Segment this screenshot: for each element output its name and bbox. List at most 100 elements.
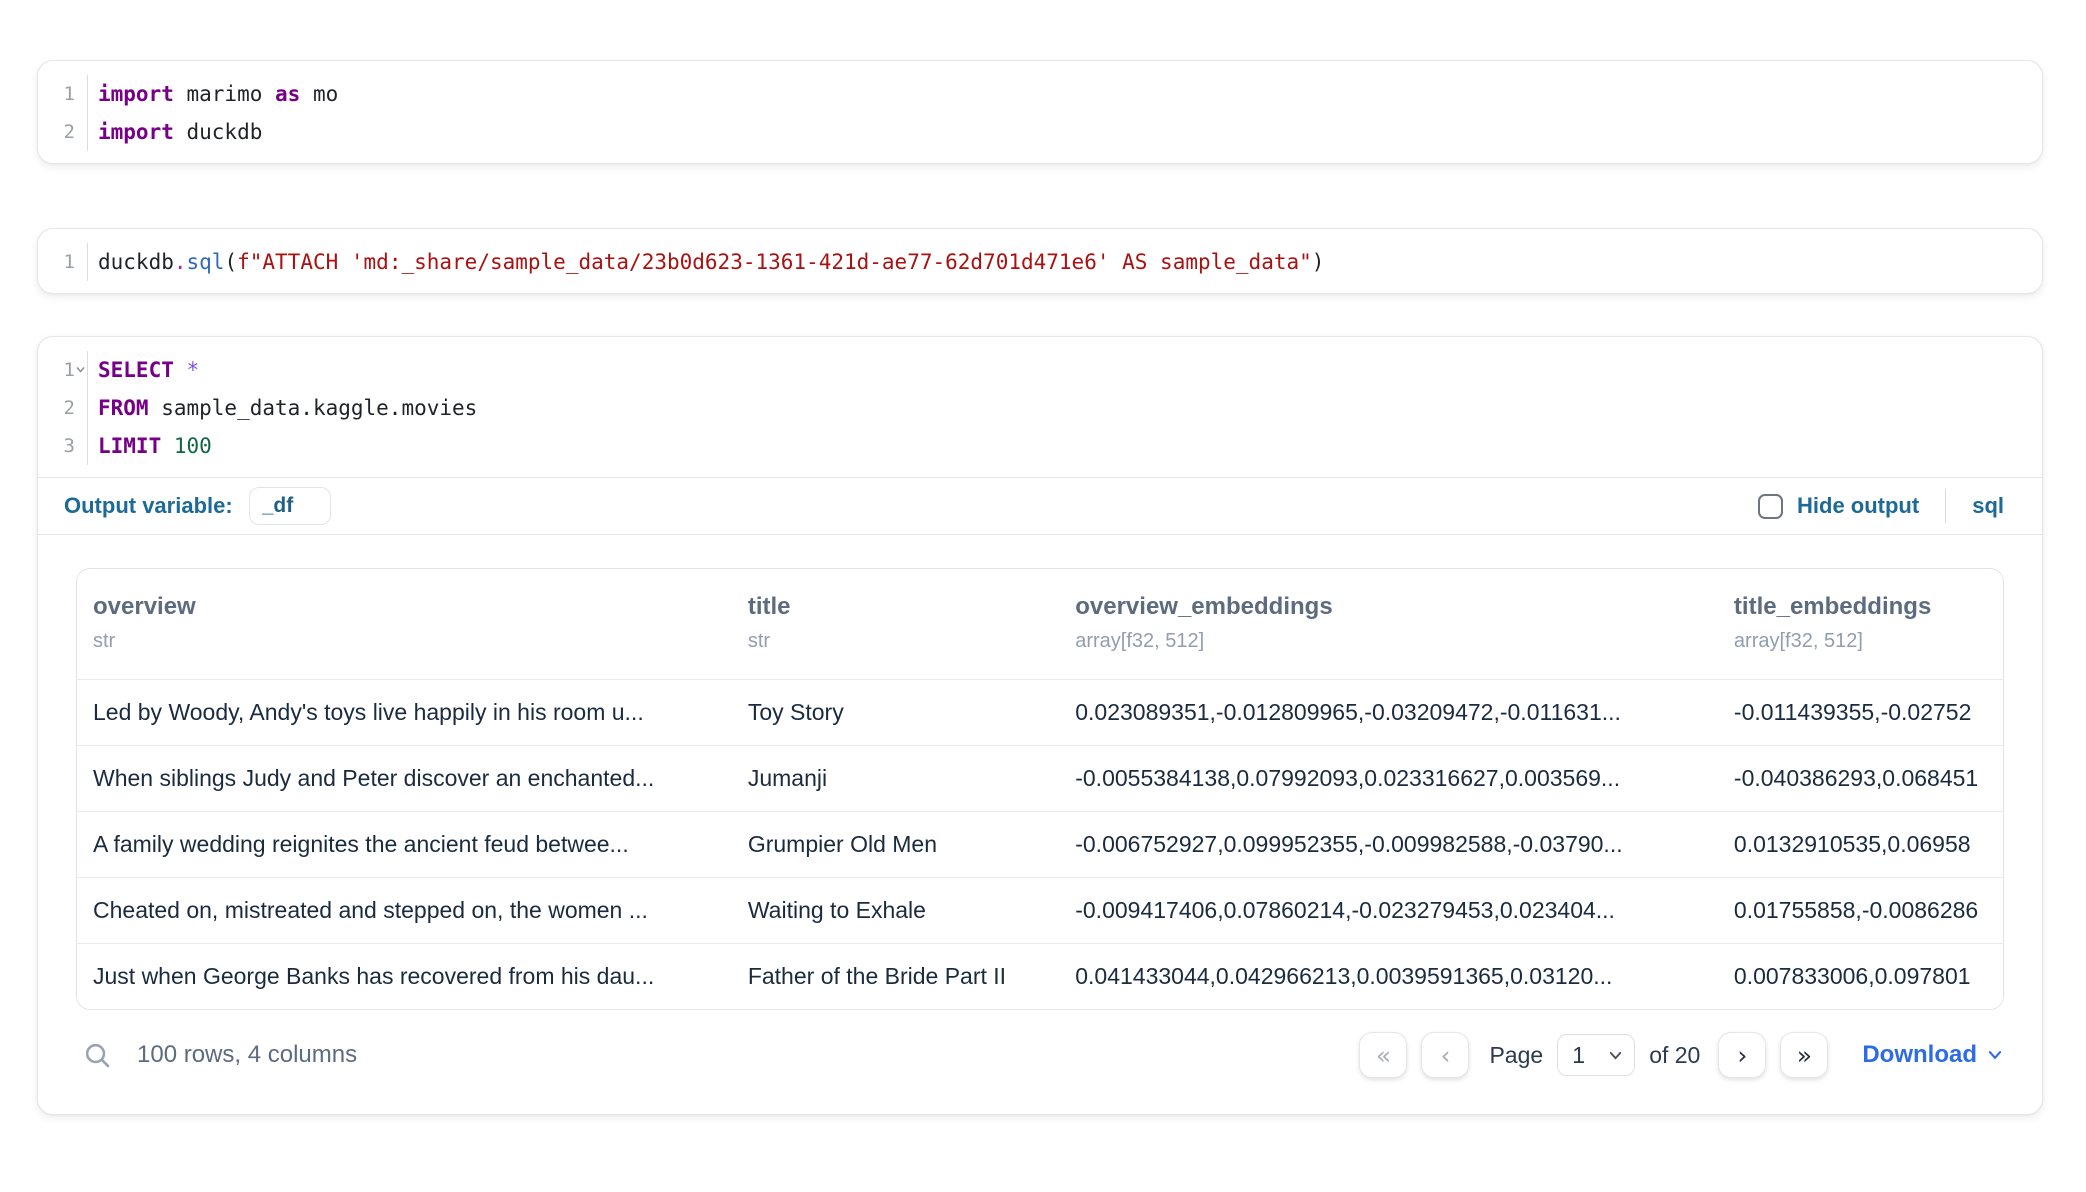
table-footer-left: 100 rows, 4 columns (76, 1040, 357, 1071)
token: sample_data.kaggle.movies (149, 396, 478, 420)
download-label: Download (1862, 1041, 1977, 1069)
table-row: Just when George Banks has recovered fro… (77, 943, 2003, 1009)
cell-title-embeddings: -0.011439355,-0.02752 (1718, 679, 2003, 745)
cell-overview: When siblings Judy and Peter discover an… (77, 745, 732, 811)
page-label: Page (1489, 1042, 1543, 1069)
line-number: 2 (38, 113, 88, 151)
cell-output: overview str title str overview_embeddin… (38, 535, 2042, 1114)
code-text: import marimo as mo (88, 75, 338, 113)
code-text: import duckdb (88, 113, 262, 151)
cell-overview-embeddings: 0.023089351,-0.012809965,-0.03209472,-0.… (1059, 679, 1718, 745)
cell-title: Grumpier Old Men (732, 811, 1059, 877)
table-row: Cheated on, mistreated and stepped on, t… (77, 877, 2003, 943)
code-line: 1 import marimo as mo (38, 75, 2042, 113)
code-cell-imports: 1 import marimo as mo 2 import duckdb (37, 60, 2043, 164)
sql-cell: 1 SELECT * 2 FROM sample_data.kaggle.mov… (37, 336, 2043, 1115)
last-page-button[interactable]: » (1780, 1032, 1828, 1078)
output-variable-group: Output variable: (64, 487, 331, 525)
column-name: overview_embeddings (1075, 593, 1718, 621)
token: * (187, 358, 200, 382)
column-name: overview (93, 593, 732, 621)
first-page-button[interactable]: « (1359, 1032, 1407, 1078)
cell-actions: Hide output sql (1758, 489, 2004, 523)
fold-chevron-down-icon[interactable] (74, 363, 87, 376)
rows-summary: 100 rows, 4 columns (137, 1041, 357, 1069)
cell-title: Father of the Bride Part II (732, 943, 1059, 1009)
cell-language-badge[interactable]: sql (1972, 493, 2004, 519)
token: FROM (98, 396, 149, 420)
output-variable-input[interactable] (249, 487, 331, 525)
cell-overview-embeddings: 0.041433044,0.042966213,0.0039591365,0.0… (1059, 943, 1718, 1009)
token: LIMIT (98, 434, 161, 458)
cell-title: Waiting to Exhale (732, 877, 1059, 943)
cell-title: Toy Story (732, 679, 1059, 745)
code-line: 1 SELECT * (38, 351, 2042, 389)
token: mo (300, 82, 338, 106)
token: import (98, 82, 174, 106)
hide-output-checkbox[interactable] (1758, 494, 1783, 519)
cell-overview-embeddings: -0.009417406,0.07860214,-0.023279453,0.0… (1059, 877, 1718, 943)
prev-page-button[interactable]: ‹ (1421, 1032, 1469, 1078)
column-type: array[f32, 512] (1075, 630, 1718, 653)
line-number: 3 (38, 427, 88, 465)
next-page-button[interactable]: › (1718, 1032, 1766, 1078)
download-button[interactable]: Download (1862, 1041, 2004, 1069)
token (174, 358, 187, 382)
chevron-down-icon (1607, 1047, 1624, 1064)
column-type: str (93, 630, 732, 653)
code-line: 1 duckdb.sql(f"ATTACH 'md:_share/sample_… (38, 243, 2042, 281)
line-number: 1 (38, 75, 88, 113)
cell-overview-embeddings: -0.0055384138,0.07992093,0.023316627,0.0… (1059, 745, 1718, 811)
search-button[interactable] (82, 1040, 113, 1071)
code-editor-sql[interactable]: 1 SELECT * 2 FROM sample_data.kaggle.mov… (38, 337, 2042, 477)
column-header-title-embeddings[interactable]: title_embeddings array[f32, 512] (1718, 569, 2003, 679)
hide-output-label[interactable]: Hide output (1797, 493, 1919, 519)
table-header-row: overview str title str overview_embeddin… (77, 569, 2003, 679)
page-select-value: 1 (1572, 1042, 1585, 1069)
output-variable-bar: Output variable: Hide output sql (38, 477, 2042, 535)
table-row: Led by Woody, Andy's toys live happily i… (77, 679, 2003, 745)
marimo-notebook: 1 import marimo as mo 2 import duckdb 1 … (0, 0, 2086, 1192)
line-number: 2 (38, 389, 88, 427)
code-text: LIMIT 100 (88, 427, 212, 465)
token (161, 434, 174, 458)
token: f"ATTACH 'md:_share/sample_data/23b0d623… (237, 250, 1312, 274)
token: as (275, 82, 300, 106)
token: marimo (174, 82, 275, 106)
download-chevron-down-icon (1986, 1046, 2004, 1064)
cell-overview: Cheated on, mistreated and stepped on, t… (77, 877, 732, 943)
line-number: 1 (38, 243, 88, 281)
code-text: FROM sample_data.kaggle.movies (88, 389, 477, 427)
code-line: 2 import duckdb (38, 113, 2042, 151)
column-header-title[interactable]: title str (732, 569, 1059, 679)
code-text: duckdb.sql(f"ATTACH 'md:_share/sample_da… (88, 243, 1324, 281)
table-footer: 100 rows, 4 columns « ‹ Page 1 of 20 › »… (76, 1032, 2004, 1078)
token: duckdb (98, 250, 174, 274)
cell-title: Jumanji (732, 745, 1059, 811)
cell-overview: Led by Woody, Andy's toys live happily i… (77, 679, 732, 745)
cell-title-embeddings: -0.040386293,0.068451 (1718, 745, 2003, 811)
token: ) (1312, 250, 1325, 274)
column-name: title (748, 593, 1059, 621)
cell-overview: Just when George Banks has recovered fro… (77, 943, 732, 1009)
table-row: When siblings Judy and Peter discover an… (77, 745, 2003, 811)
page-select[interactable]: 1 (1557, 1034, 1635, 1076)
token: ( (224, 250, 237, 274)
column-type: str (748, 630, 1059, 653)
token: 100 (174, 434, 212, 458)
cell-title-embeddings: 0.0132910535,0.06958 (1718, 811, 2003, 877)
cell-title-embeddings: 0.007833006,0.097801 (1718, 943, 2003, 1009)
cell-title-embeddings: 0.01755858,-0.0086286 (1718, 877, 2003, 943)
code-editor-imports[interactable]: 1 import marimo as mo 2 import duckdb (38, 61, 2042, 163)
vertical-divider (1945, 489, 1946, 523)
pagination: « ‹ Page 1 of 20 › » Download (1359, 1032, 2004, 1078)
code-text: SELECT * (88, 351, 199, 389)
column-name: title_embeddings (1734, 593, 2003, 621)
token: import (98, 120, 174, 144)
code-cell-attach: 1 duckdb.sql(f"ATTACH 'md:_share/sample_… (37, 228, 2043, 294)
column-header-overview-embeddings[interactable]: overview_embeddings array[f32, 512] (1059, 569, 1718, 679)
column-type: array[f32, 512] (1734, 630, 2003, 653)
code-editor-attach[interactable]: 1 duckdb.sql(f"ATTACH 'md:_share/sample_… (38, 229, 2042, 293)
column-header-overview[interactable]: overview str (77, 569, 732, 679)
page-count: of 20 (1649, 1042, 1700, 1069)
